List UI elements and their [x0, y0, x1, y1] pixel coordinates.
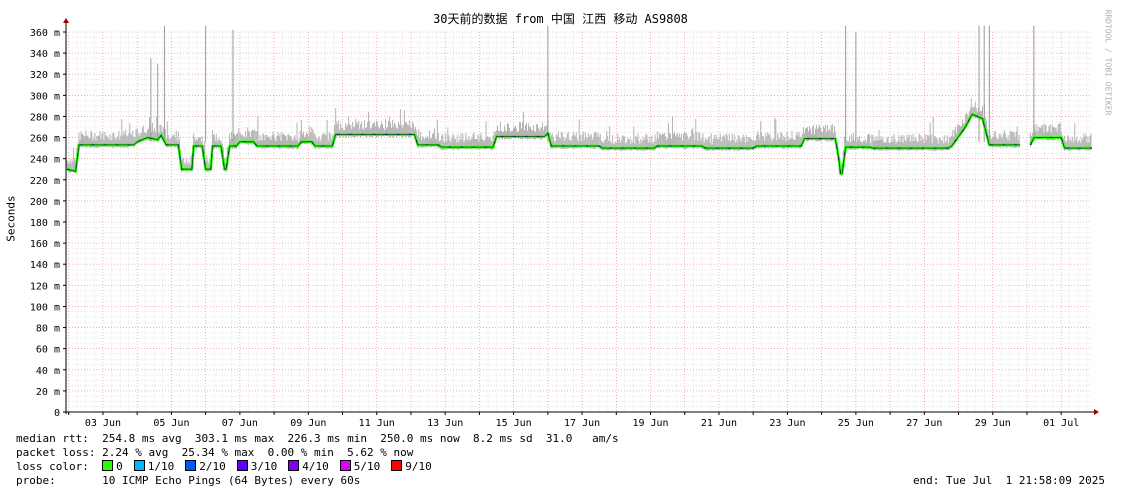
median-rtt-values: 254.8 ms avg 303.1 ms max 226.3 ms min 2… [102, 432, 619, 445]
legend-label: 1/10 [147, 460, 175, 473]
legend-swatch [102, 460, 114, 471]
loss-color-label: loss color: [16, 460, 89, 473]
x-tick-label: 13 Jun [427, 418, 463, 429]
y-tick-label: 340 m [30, 49, 60, 60]
y-tick-labels: 0 20 m 40 m 60 m 80 m 100 m 120 m 140 m 160 m 180… [30, 28, 60, 419]
packet-loss-row: packet loss: 2.24 % avg 25.34 % max 0.00… [16, 446, 413, 459]
y-tick-label: 80 m [36, 324, 60, 335]
x-tick-labels: 03 Jun 05 Jun 07 Jun 09 Jun 11 Jun 13 Jun 15 J… [85, 418, 1079, 429]
legend-label: 9/10 [405, 460, 432, 473]
x-tick-label: 15 Jun [496, 418, 532, 429]
x-tick-label: 01 Jul [1043, 418, 1079, 429]
loss-color-row: loss color: 0 1/10 2/10 3/10 4/10 5/10 9/10 [16, 460, 443, 473]
y-tick-label: 120 m [30, 281, 60, 292]
chart-title: 30天前的数据 from 中国 江西 移动 AS9808 [433, 12, 688, 26]
y-axis-label: Seconds [4, 195, 18, 242]
x-tick-label: 17 Jun [564, 418, 600, 429]
smoke-band [66, 25, 1092, 177]
legend-label: 4/10 [302, 460, 329, 473]
legend-swatch [133, 460, 145, 471]
y-tick-label: 140 m [30, 260, 60, 271]
end-timestamp: end: Tue Jul 1 21:58:09 2025 [912, 474, 1105, 487]
rrdtool-watermark: RRDTOOL / TOBI OETIKER [1103, 9, 1113, 116]
legend-swatch [185, 460, 197, 471]
legend-label: 0 [116, 460, 123, 473]
y-tick-label: 300 m [30, 91, 60, 102]
x-tick-label: 03 Jun [85, 418, 121, 429]
legend-item: 2/10 [185, 460, 226, 473]
y-tick-label: 320 m [30, 70, 60, 81]
y-tick-label: 360 m [30, 28, 60, 39]
y-tick-label: 280 m [30, 112, 60, 123]
legend-item: 4/10 [288, 460, 329, 473]
probe-label: probe: [16, 474, 56, 487]
x-tick-label: 09 Jun [290, 418, 326, 429]
x-tick-label: 19 Jun [632, 418, 668, 429]
x-tick-label: 23 Jun [769, 418, 805, 429]
legend-swatch [339, 460, 351, 471]
legend-item: 1/10 [133, 460, 175, 473]
legend-label: 2/10 [199, 460, 226, 473]
chart-canvas: 0 20 m 40 m 60 m 80 m 100 m 120 m 140 m 160 m 180… [30, 18, 1099, 429]
x-tick-label: 27 Jun [906, 418, 942, 429]
legend-swatch [391, 460, 403, 471]
legend-item: 5/10 [339, 460, 381, 473]
y-tick-label: 200 m [30, 197, 60, 208]
y-tick-label: 220 m [30, 176, 60, 187]
packet-loss-values: 2.24 % avg 25.34 % max 0.00 % min 5.62 %… [102, 446, 414, 459]
y-tick-label: 40 m [36, 366, 60, 377]
x-tick-label: 21 Jun [701, 418, 737, 429]
y-tick-label: 60 m [36, 345, 60, 356]
y-tick-label: 180 m [30, 218, 60, 229]
x-tick-label: 05 Jun [153, 418, 189, 429]
x-tick-label: 07 Jun [222, 418, 258, 429]
median-rtt-label: median rtt: [16, 432, 89, 445]
y-tick-label: 160 m [30, 239, 60, 250]
legend-label: 3/10 [250, 460, 278, 473]
x-tick-label: 11 Jun [359, 418, 395, 429]
legend-item: 3/10 [236, 460, 278, 473]
probe-row: probe: 10 ICMP Echo Pings (64 Bytes) eve… [16, 474, 360, 487]
chart-grid [66, 31, 1092, 412]
probe-values: 10 ICMP Echo Pings (64 Bytes) every 60s [102, 474, 361, 487]
x-axis-arrow [1094, 409, 1099, 415]
y-tick-label: 0 [54, 408, 60, 419]
x-tick-label: 25 Jun [838, 418, 874, 429]
legend-swatch [288, 460, 300, 471]
y-tick-label: 240 m [30, 155, 60, 166]
legend-item: 9/10 [391, 460, 432, 473]
y-tick-label: 260 m [30, 134, 60, 145]
x-tick-label: 29 Jun [975, 418, 1011, 429]
legend-swatch [236, 460, 248, 471]
y-tick-label: 20 m [36, 387, 60, 398]
legend-label: 5/10 [353, 460, 381, 473]
median-rtt-row: median rtt: 254.8 ms avg 303.1 ms max 22… [16, 432, 619, 445]
legend-item: 0 [102, 460, 123, 473]
packet-loss-label: packet loss: [16, 446, 96, 459]
y-tick-label: 100 m [30, 302, 60, 313]
